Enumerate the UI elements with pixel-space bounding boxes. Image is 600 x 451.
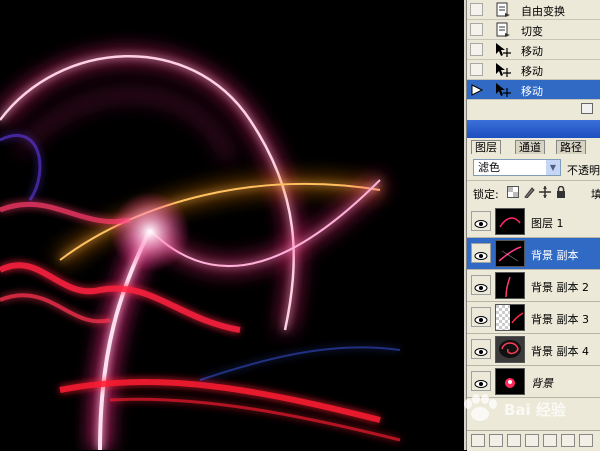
history-item-active[interactable]: 移动	[467, 80, 600, 100]
layers-footer	[467, 430, 600, 451]
history-item[interactable]: 切变	[467, 20, 600, 40]
layer-thumbnail	[495, 336, 525, 363]
transform-doc-icon	[495, 2, 511, 18]
history-state-pointer-icon	[470, 83, 484, 96]
link-layers-button[interactable]	[471, 434, 485, 447]
blend-mode-select[interactable]: 滤色 ▼	[473, 159, 561, 176]
adjustment-layer-button[interactable]	[525, 434, 539, 447]
layer-row[interactable]: 背景 副本 2	[467, 270, 600, 302]
move-tool-icon	[495, 62, 511, 78]
paw-logo-icon	[464, 394, 497, 421]
layers-panel-titlebar[interactable]	[467, 120, 600, 138]
move-tool-icon	[495, 82, 511, 98]
layer-style-button[interactable]	[489, 434, 503, 447]
history-item[interactable]: 移动	[467, 40, 600, 60]
layer-visibility-toggle[interactable]	[471, 243, 491, 263]
tab-paths[interactable]: 路径	[556, 140, 586, 154]
document-canvas[interactable]	[0, 0, 464, 450]
eye-icon	[474, 377, 488, 388]
layer-name: 背景 副本 2	[531, 281, 589, 294]
eye-icon	[474, 345, 488, 356]
history-snapshot-checkbox[interactable]	[470, 43, 483, 56]
watermark: Bai 经验	[452, 394, 592, 424]
fill-label: 填	[591, 188, 600, 201]
move-tool-icon	[495, 42, 511, 58]
lock-label: 锁定:	[473, 188, 499, 201]
layer-visibility-toggle[interactable]	[471, 339, 491, 359]
history-item-label: 自由变换	[521, 5, 565, 18]
layer-visibility-toggle[interactable]	[471, 275, 491, 295]
eye-icon	[474, 281, 488, 292]
layer-name: 背景 副本 4	[531, 345, 589, 358]
new-document-button[interactable]	[581, 103, 593, 114]
transform-doc-icon	[495, 22, 511, 38]
watermark-text: Bai 经验	[504, 401, 566, 419]
history-item-label: 移动	[521, 45, 543, 58]
history-snapshot-checkbox[interactable]	[470, 63, 483, 76]
history-item-label: 移动	[521, 65, 543, 78]
lock-transparency-icon[interactable]	[507, 186, 519, 198]
lock-row: 锁定: 填	[467, 180, 600, 203]
lock-position-icon[interactable]	[539, 186, 551, 198]
layer-name: 背景	[531, 377, 553, 390]
layer-thumbnail	[495, 272, 525, 299]
new-group-button[interactable]	[543, 434, 557, 447]
layer-row[interactable]: 图层 1	[467, 206, 600, 238]
layer-thumbnail	[495, 208, 525, 235]
history-item-label: 移动	[521, 85, 543, 98]
layer-name: 图层 1	[531, 217, 564, 230]
tab-layers[interactable]: 图层	[471, 140, 501, 154]
layer-row[interactable]: 背景 副本 4	[467, 334, 600, 366]
eye-icon	[474, 313, 488, 324]
add-mask-button[interactable]	[507, 434, 521, 447]
history-footer	[467, 100, 600, 118]
history-item[interactable]: 自由变换	[467, 0, 600, 20]
layer-visibility-toggle[interactable]	[471, 371, 491, 391]
history-snapshot-checkbox[interactable]	[470, 3, 483, 16]
history-snapshot-checkbox[interactable]	[470, 23, 483, 36]
lock-pixels-icon[interactable]	[523, 186, 535, 199]
layer-thumbnail	[495, 240, 525, 267]
blend-mode-value: 滤色	[478, 161, 500, 174]
lock-all-icon[interactable]	[555, 185, 567, 198]
history-item-label: 切变	[521, 25, 543, 38]
tab-channels[interactable]: 通道	[515, 140, 545, 154]
layer-name: 背景 副本	[531, 249, 579, 262]
eye-icon	[474, 217, 488, 228]
opacity-label: 不透明	[567, 164, 600, 177]
layer-row-active[interactable]: 背景 副本	[467, 238, 600, 270]
layer-thumbnail	[495, 368, 525, 395]
layers-panel-tabs: 图层 通道 路径	[467, 138, 600, 154]
layer-name: 背景 副本 3	[531, 313, 589, 326]
new-layer-button[interactable]	[561, 434, 575, 447]
eye-icon	[474, 249, 488, 260]
layer-visibility-toggle[interactable]	[471, 211, 491, 231]
blend-mode-row: 滤色 ▼ 不透明	[467, 156, 600, 180]
layer-row[interactable]: 背景 副本 3	[467, 302, 600, 334]
layer-thumbnail	[495, 304, 525, 331]
history-item[interactable]: 移动	[467, 60, 600, 80]
layer-visibility-toggle[interactable]	[471, 307, 491, 327]
delete-layer-button[interactable]	[579, 434, 593, 447]
light-streak-artwork	[0, 0, 464, 450]
chevron-down-icon[interactable]: ▼	[546, 160, 560, 175]
history-panel: 自由变换 切变 移动 移动 移动	[466, 0, 600, 118]
